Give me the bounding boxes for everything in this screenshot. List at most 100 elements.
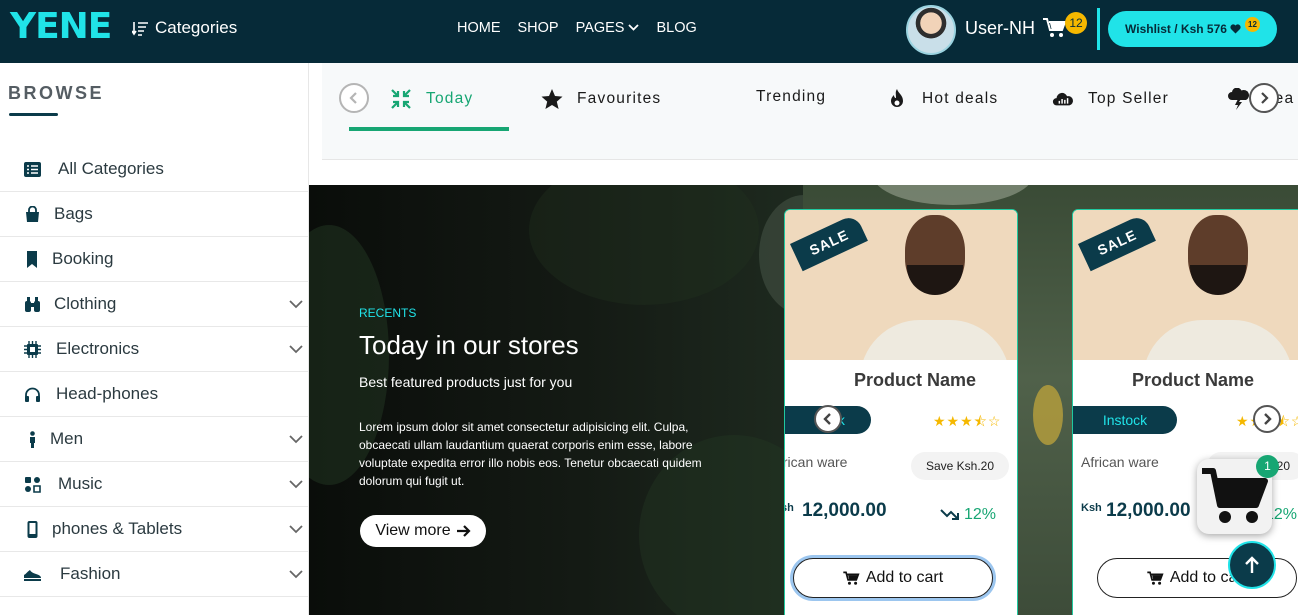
chevron-down-icon[interactable] [289,524,303,534]
tab-label: Hot deals [922,90,999,107]
tab-top-seller[interactable]: Top Seller [1052,88,1169,110]
tab-label: Favourites [577,90,662,107]
tab-today[interactable]: Today [390,88,473,110]
tab-hot-deals[interactable]: Hot deals [886,88,998,110]
product-image-sweater [860,320,1010,360]
browse-underline [9,113,58,116]
product-name[interactable]: Product Name [799,370,1017,391]
hero-eyebrow: RECENTS [359,306,417,320]
binoculars-icon [25,297,40,312]
list-icon [24,162,41,177]
fire-icon [891,89,903,107]
sidebar-item-clothing[interactable]: Clothing [0,282,309,327]
sidebar-item-label: Booking [52,249,114,268]
price-currency: Ksh [1081,502,1102,514]
cart-icon[interactable] [1043,17,1067,39]
products-prev-button[interactable] [814,405,842,433]
site-logo[interactable]: YENE [10,6,112,47]
add-to-cart-button[interactable]: Add to cart [793,558,993,598]
arrow-up-icon [1245,556,1259,573]
categories-button[interactable]: Categories [132,18,237,38]
floating-cart-count: 1 [1256,455,1279,478]
sidebar-item-label: phones & Tablets [52,519,183,538]
sidebar-item-label: Men [50,429,84,448]
product-brand: frican ware [784,454,848,470]
product-price: 12,000.00 [1106,500,1191,521]
bookmark-icon [27,251,37,268]
headphones-icon [25,387,40,402]
chevron-down-icon[interactable] [289,299,303,309]
chevron-down-icon[interactable] [289,434,303,444]
tab-favourites[interactable]: Favourites [541,88,661,110]
hero-background [309,185,849,615]
sidebar-item-phones-tablets[interactable]: phones & Tablets [0,507,309,552]
chevron-down-icon[interactable] [289,479,303,489]
user-name[interactable]: User-NH [965,18,1035,39]
flower-decoration [1033,385,1063,445]
chevron-down-icon[interactable] [289,569,303,579]
product-image-beard [907,265,963,295]
phone-icon [27,521,38,538]
save-badge: Save Ksh.20 [911,452,1009,480]
sidebar-item-booking[interactable]: Booking [0,237,309,282]
add-to-cart-label: Add to cart [865,569,944,586]
sidebar-item-fashion[interactable]: Fashion [0,552,309,597]
palm-leaf-decoration [529,185,759,305]
trend-down-icon [940,509,959,520]
hero-banner: RECENTS Today in our stores Best feature… [309,185,1298,615]
category-sidebar: BROWSE All Categories Bags Booking Cloth… [0,63,309,615]
deal-tabs: Today Favourites Trending Hot deals Top … [322,63,1298,160]
cart-icon [1147,571,1164,585]
price-currency: sh [785,502,794,514]
products-next-button[interactable] [1253,405,1281,433]
nav-shop[interactable]: SHOP [518,20,559,36]
shoe-icon [24,570,41,581]
nav-home[interactable]: HOME [457,20,501,36]
tabs-prev-button[interactable] [339,83,369,113]
sidebar-item-all-categories[interactable]: All Categories [0,147,309,192]
wishlist-button[interactable]: Wishlist / Ksh 576 12 [1108,11,1277,47]
sidebar-item-label: Clothing [54,294,117,313]
compress-arrows-icon [391,89,411,109]
nav-blog[interactable]: BLOG [656,20,696,36]
storm-icon [1228,88,1249,110]
trend-value: 12% [964,506,997,523]
sidebar-item-head-phones[interactable]: Head-phones [0,372,309,417]
chevron-left-icon [349,92,357,104]
tabs-next-button[interactable] [1249,83,1279,113]
hero-subtitle: Best featured products just for you [359,374,573,390]
product-name[interactable]: Product Name [1077,370,1298,391]
product-image-sweater [1143,320,1293,360]
hero-description: Lorem ipsum dolor sit amet consectetur a… [359,420,702,488]
scroll-to-top-button[interactable] [1228,541,1276,589]
active-tab-indicator [349,127,509,131]
sidebar-item-label: Music [58,474,103,493]
tab-trending[interactable]: Trending [756,88,826,106]
tab-label: Today [426,90,474,107]
view-more-button[interactable]: View more [360,515,486,547]
sidebar-item-label: Fashion [60,564,121,583]
sidebar-item-bags[interactable]: Bags [0,192,309,237]
sidebar-item-music[interactable]: Music [0,462,309,507]
sort-lines-icon [132,21,148,36]
sidebar-item-electronics[interactable]: Electronics [0,327,309,372]
chevron-right-icon [1261,92,1269,104]
categories-label: Categories [155,18,238,37]
sidebar-item-men[interactable]: Men [0,417,309,462]
price-trend: 12% [940,506,996,524]
product-image-beard [1190,265,1246,295]
stock-badge: Instock [1073,406,1177,434]
cart-count-badge: 12 [1065,12,1087,34]
person-icon [30,431,35,448]
user-avatar[interactable] [906,5,956,55]
main-nav: HOME SHOP PAGES BLOG [457,20,697,36]
top-header: YENE Categories HOME SHOP PAGES BLOG Use… [0,0,1298,63]
chevron-right-icon [1264,413,1272,425]
nav-pages[interactable]: PAGES [576,20,640,36]
bag-icon [26,206,39,222]
chevron-left-icon [823,413,831,425]
chevron-down-icon[interactable] [289,344,303,354]
tab-label: Top Seller [1088,90,1169,107]
rating-stars: ★★★⯪☆ [933,413,1002,429]
heart-icon [1230,24,1241,34]
